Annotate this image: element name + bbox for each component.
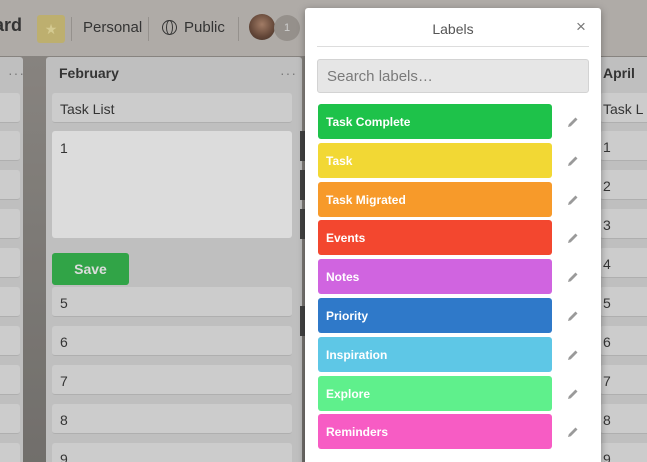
- list-menu-button[interactable]: ···: [8, 65, 25, 81]
- list-card[interactable]: [0, 404, 20, 434]
- label-option[interactable]: Inspiration: [318, 337, 552, 372]
- card-title: 8: [60, 412, 68, 428]
- label-name: Explore: [326, 386, 371, 401]
- label-option[interactable]: Task Migrated: [318, 182, 552, 217]
- list-card[interactable]: 4: [600, 248, 647, 278]
- card-title: 5: [603, 295, 611, 311]
- card-title: Task L: [603, 101, 644, 117]
- star-icon: ★: [44, 20, 58, 37]
- list-card[interactable]: 5: [600, 287, 647, 317]
- label-option[interactable]: Reminders: [318, 414, 552, 449]
- list-card[interactable]: 3: [600, 209, 647, 239]
- avatar[interactable]: [249, 14, 275, 40]
- list-title[interactable]: February: [59, 65, 119, 81]
- label-name: Notes: [326, 269, 360, 284]
- list-card[interactable]: 5: [52, 287, 292, 317]
- card-title: 7: [60, 373, 68, 389]
- list-card[interactable]: [0, 287, 20, 317]
- card-title: 2: [603, 178, 611, 194]
- header-divider: [238, 17, 239, 41]
- list-card[interactable]: 6: [600, 326, 647, 356]
- label-option[interactable]: Task Complete: [318, 104, 552, 139]
- label-name: Reminders: [326, 424, 389, 439]
- card-title: 9: [60, 451, 68, 462]
- card-edit-value: 1: [60, 140, 68, 156]
- pencil-icon[interactable]: [567, 349, 579, 361]
- list-card[interactable]: 9: [52, 443, 292, 462]
- header-divider: [148, 17, 149, 41]
- list-card[interactable]: 9: [600, 443, 647, 462]
- label-option[interactable]: Notes: [318, 259, 552, 294]
- close-icon[interactable]: ×: [573, 18, 589, 35]
- card-title: 7: [603, 373, 611, 389]
- team-label: Personal: [83, 19, 143, 36]
- card-title: 5: [60, 295, 68, 311]
- list-card[interactable]: [0, 131, 20, 161]
- labels-popover: Labels × Task Complete Task Task Migrated E…: [305, 8, 601, 462]
- pencil-icon[interactable]: [567, 388, 579, 400]
- pencil-icon[interactable]: [567, 232, 579, 244]
- pencil-icon[interactable]: [567, 194, 579, 206]
- list-card[interactable]: [0, 326, 20, 356]
- more-members-badge[interactable]: 1: [274, 15, 300, 41]
- globe-icon: [162, 20, 177, 35]
- card-edit-textarea[interactable]: 1: [52, 131, 292, 238]
- list-card[interactable]: 1: [600, 131, 647, 161]
- label-option[interactable]: Events: [318, 220, 552, 255]
- save-button[interactable]: Save: [52, 253, 129, 285]
- pencil-icon[interactable]: [567, 155, 579, 167]
- card-title: 6: [603, 334, 611, 350]
- card-title: 1: [603, 139, 611, 155]
- label-option[interactable]: Explore: [318, 376, 552, 411]
- list-card[interactable]: [0, 248, 20, 278]
- card-title: 3: [603, 217, 611, 233]
- card-title: 9: [603, 451, 611, 462]
- list-card[interactable]: 2: [600, 170, 647, 200]
- visibility-label: Public: [184, 19, 225, 36]
- list-card[interactable]: [0, 93, 20, 123]
- pencil-icon[interactable]: [567, 310, 579, 322]
- list-card[interactable]: 7: [52, 365, 292, 395]
- label-name: Events: [326, 230, 366, 245]
- pencil-icon[interactable]: [567, 426, 579, 438]
- card-title: Task List: [60, 101, 115, 117]
- list-card[interactable]: Task List: [52, 93, 292, 123]
- list-menu-button[interactable]: ···: [280, 65, 297, 81]
- visibility-button[interactable]: Public: [162, 19, 225, 36]
- list-card[interactable]: 7: [600, 365, 647, 395]
- card-title: 4: [603, 256, 611, 272]
- pencil-icon[interactable]: [567, 271, 579, 283]
- divider: [317, 46, 589, 47]
- label-name: Task Migrated: [326, 192, 406, 207]
- label-name: Task: [326, 153, 353, 168]
- board-title[interactable]: ard: [0, 15, 22, 36]
- popover-title: Labels: [432, 21, 474, 37]
- label-name: Inspiration: [326, 347, 388, 362]
- card-title: 6: [60, 334, 68, 350]
- team-button[interactable]: Personal: [83, 19, 142, 36]
- list-title[interactable]: April: [603, 65, 635, 81]
- star-button[interactable]: ★: [37, 15, 65, 43]
- label-option[interactable]: Priority: [318, 298, 552, 333]
- list-card[interactable]: 8: [52, 404, 292, 434]
- list-card[interactable]: [0, 443, 20, 462]
- list-card[interactable]: [0, 170, 20, 200]
- list-card[interactable]: [0, 365, 20, 395]
- card-title: 8: [603, 412, 611, 428]
- label-option[interactable]: Task: [318, 143, 552, 178]
- search-labels-input[interactable]: [317, 59, 589, 93]
- list-card[interactable]: 8: [600, 404, 647, 434]
- header-divider: [71, 17, 72, 41]
- list-card[interactable]: [0, 209, 20, 239]
- list-card[interactable]: Task L: [600, 93, 647, 123]
- label-name: Priority: [326, 308, 369, 323]
- list-card[interactable]: 6: [52, 326, 292, 356]
- label-name: Task Complete: [326, 114, 411, 129]
- pencil-icon[interactable]: [567, 116, 579, 128]
